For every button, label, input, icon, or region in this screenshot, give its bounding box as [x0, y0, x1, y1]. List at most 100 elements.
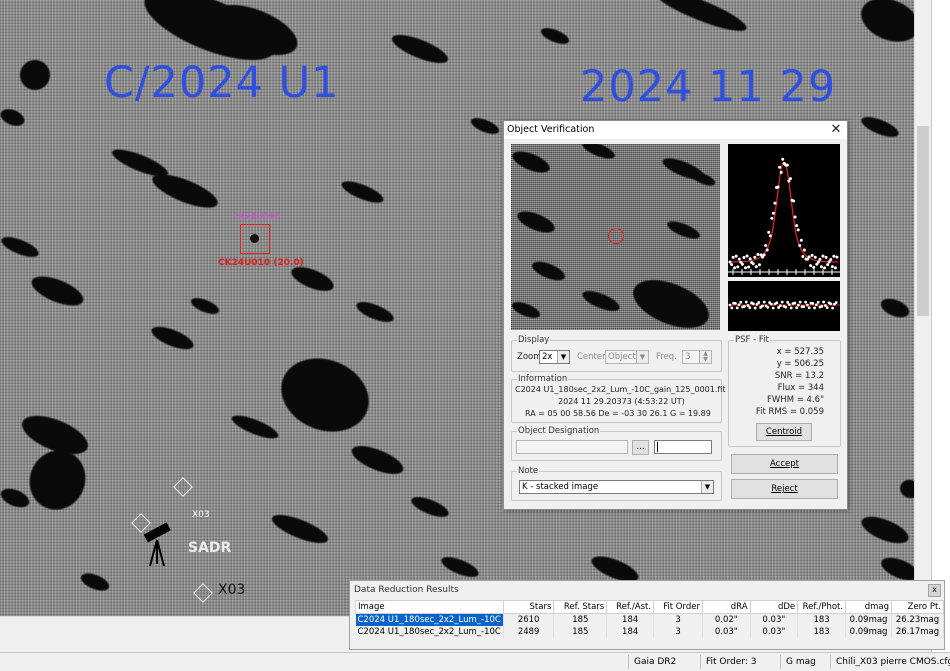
table-cell: 0.09mag [845, 613, 893, 626]
residual-point [797, 303, 800, 307]
star-streak [511, 298, 543, 322]
star-streak [339, 177, 386, 207]
chevron-down-icon: ▼ [636, 351, 648, 363]
chevron-down-icon: ▼ [557, 351, 569, 363]
close-icon[interactable]: ✕ [827, 122, 845, 138]
residual-point [811, 301, 815, 305]
status-bar: Gaia DR2 Fit Order: 3 G mag Chili_X03 pi… [0, 652, 950, 671]
chevron-down-icon: ▼ [701, 481, 713, 493]
information-legend: Information [517, 374, 569, 384]
star-streak [538, 24, 572, 48]
column-header[interactable]: Stars [502, 600, 555, 614]
column-header[interactable]: dmag [845, 600, 893, 614]
star-streak [270, 345, 380, 445]
psf-sample-point [813, 255, 817, 259]
designation-browse-button[interactable]: ... [632, 440, 649, 455]
column-header[interactable]: Image [355, 600, 504, 614]
freq-stepper[interactable]: 3 ▲ ▼ [682, 350, 712, 364]
star-streak [15, 55, 55, 95]
star-streak [858, 511, 912, 549]
column-header[interactable]: dDe [749, 600, 799, 614]
psf-sample-point [810, 253, 814, 257]
table-row[interactable]: C2024 U1_180sec_2x2_Lum_-10C 2489 185 184 3 0… [355, 626, 944, 638]
table-cell: 2489 [503, 626, 555, 638]
scrollbar-thumb[interactable] [917, 126, 929, 316]
psf-sample-point [818, 257, 822, 261]
residual-point [788, 303, 791, 307]
note-select[interactable]: K - stacked image ▼ [519, 480, 714, 494]
residual-point [815, 303, 818, 307]
residual-point [771, 306, 775, 310]
psf-sample-point [736, 265, 740, 269]
column-header[interactable]: Ref./Ast. [606, 600, 655, 614]
object-title-overlay: C/2024 U1 [104, 58, 340, 108]
center-select[interactable]: Object ▼ [605, 350, 649, 364]
star-streak [626, 270, 716, 330]
column-header[interactable]: Ref. Stars [553, 600, 608, 614]
note-value: K - stacked image [522, 482, 599, 492]
object-name-label: CK24U010 [233, 212, 281, 222]
image-vertical-scrollbar[interactable] [914, 0, 932, 616]
target-circle [608, 228, 624, 244]
table-cell: 184 [606, 613, 655, 626]
image-horizontal-scrollbar[interactable] [0, 616, 349, 631]
star-streak [188, 294, 222, 318]
reject-button-label: Reject [771, 484, 798, 494]
date-title-overlay: 2024 11 29 [580, 62, 837, 112]
reject-button[interactable]: Reject [731, 479, 838, 499]
residual-point [780, 300, 784, 304]
residual-point [789, 306, 793, 310]
table-cell: 0.03" [702, 626, 751, 638]
star-streak [348, 440, 407, 480]
verification-image[interactable] [511, 144, 720, 330]
freq-value: 3 [685, 352, 691, 362]
star-streak [353, 298, 397, 326]
residual-point [775, 301, 779, 305]
note-legend: Note [517, 466, 540, 476]
residual-point [795, 306, 798, 310]
zoom-select[interactable]: 2x ▼ [539, 350, 570, 364]
psf-sample-point [830, 265, 834, 269]
residual-point [746, 304, 750, 307]
residual-point [820, 305, 824, 308]
status-mag-type: G mag [780, 655, 821, 669]
dialog-titlebar[interactable]: Object Verification ✕ [504, 121, 847, 139]
psf-sample-point [753, 255, 757, 259]
column-header[interactable]: Fit Order [653, 600, 703, 614]
star-streak [529, 257, 568, 285]
star-streak [897, 476, 914, 502]
logo-star-icon [173, 477, 193, 497]
column-header[interactable]: dRA [701, 600, 751, 614]
telescope-icon [142, 520, 172, 568]
column-header[interactable]: Zero Pt. [891, 600, 944, 614]
residual-point [730, 306, 734, 310]
residual-point [793, 301, 797, 305]
column-header[interactable]: Ref./Phot. [797, 600, 847, 614]
object-marker[interactable] [240, 224, 270, 254]
star-streak [690, 169, 717, 189]
psf-sample-point [793, 215, 797, 219]
psf-sample-point [771, 211, 775, 215]
residual-point [743, 305, 746, 308]
psf-sample-point [756, 253, 760, 257]
psf-sample-point [728, 260, 732, 264]
psf-sample-point [778, 165, 782, 169]
psf-sample-point [733, 266, 737, 270]
status-config: Chili_X03 pierre CMOS.cfg [830, 655, 950, 669]
psf-sample-point [734, 254, 738, 258]
residual-point [824, 304, 827, 307]
accept-button[interactable]: Accept [731, 454, 838, 474]
centroid-button[interactable]: Centroid [756, 423, 812, 441]
residual-point [737, 303, 741, 307]
residual-point [822, 300, 825, 304]
table-cell: 2610 [503, 613, 555, 626]
psf-sample-point [801, 255, 805, 259]
residual-point [770, 302, 773, 306]
centroid-button-label: Centroid [765, 427, 803, 437]
designation-select[interactable] [516, 440, 628, 454]
designation-input[interactable] [654, 440, 712, 454]
table-row[interactable]: C2024 U1_180sec_2x2_Lum_-10C 2610 185 184 3 0… [355, 613, 944, 626]
spin-arrows-icon[interactable]: ▲ ▼ [699, 351, 711, 363]
psf-sample-point [731, 255, 735, 259]
close-icon[interactable]: x [928, 584, 941, 597]
